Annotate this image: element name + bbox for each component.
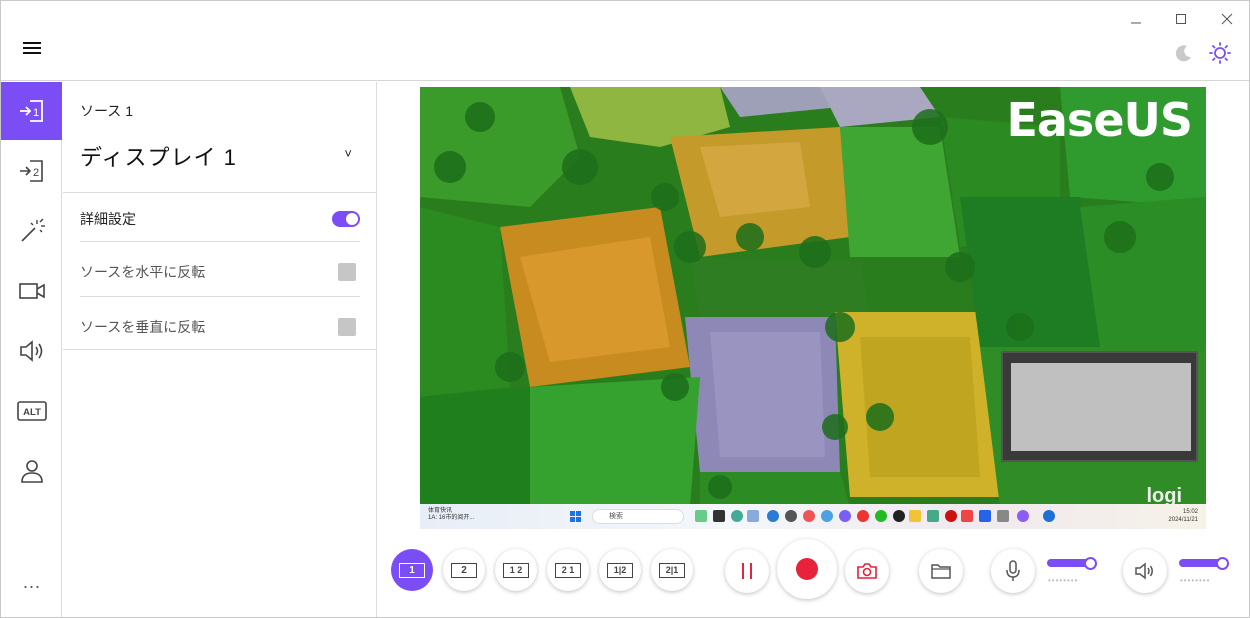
minimize-icon [1131,22,1141,24]
rail-alt[interactable]: ALT [1,382,62,440]
rail-audio[interactable] [1,322,62,380]
taskbar-time: 15:02 [1182,509,1198,515]
rail-source-2[interactable]: 2 [1,142,62,200]
minimize-button[interactable] [1121,9,1151,29]
more-menu-button[interactable]: ··· [1,557,62,615]
divider [63,192,377,193]
layout-2-icon: 2 [451,562,477,578]
advanced-settings-label: 詳細設定 [80,211,136,227]
microphone-level-meter: •••••••• [1048,576,1079,585]
microphone-volume-slider[interactable] [1047,557,1097,570]
browser-icon [1043,510,1055,522]
app-window: 1 2 ALT ··· ソース 1 ディスプレイ 1 ˅ 詳細設定 ソースを水平… [0,0,1250,618]
record-icon [796,558,818,580]
source-dropdown[interactable]: ディスプレイ 1 ˅ [80,140,360,170]
divider [80,296,360,297]
webcam-placeholder [1011,363,1191,451]
camera-icon [857,563,877,579]
chevron-down-icon: ˅ [344,146,352,161]
pause-button[interactable] [725,549,769,593]
svg-text:1: 1 [33,107,39,119]
microphone-button[interactable] [991,549,1035,593]
news-title: 体育快讯 [428,508,453,514]
layout-single-1-button[interactable]: 1 [391,549,433,591]
source-dropdown-value: ディスプレイ 1 [80,145,237,170]
layout-split-1-2-icon: 1|2 [607,562,633,578]
taskbar-date: 2024/11/21 [1168,517,1198,523]
flip-vertical-row: ソースを垂直に反転 [80,312,360,342]
speaker-button[interactable] [1123,549,1167,593]
record-button[interactable] [777,539,837,599]
speaker-icon [1135,562,1153,580]
microphone-icon [1006,560,1020,581]
camera-icon [18,283,45,299]
flip-horizontal-label: ソースを水平に反転 [80,264,206,280]
layout-pip-1-2-icon: 1 2 [503,562,529,578]
flip-horizontal-checkbox[interactable] [338,263,356,281]
divider [80,241,360,242]
rail-account[interactable] [1,442,62,500]
flip-horizontal-row: ソースを水平に反転 [80,257,360,287]
sun-icon[interactable] [1209,42,1231,64]
screenshot-button[interactable] [845,549,889,593]
moon-icon[interactable] [1174,43,1194,63]
source-label: ソース 1 [80,103,133,119]
svg-text:2: 2 [33,167,39,179]
rail-effects[interactable] [1,202,62,260]
layout-pip-2-1-button[interactable]: 2 1 [547,549,589,591]
layout-split-1-2-button[interactable]: 1|2 [599,549,641,591]
rail-camera[interactable] [1,262,62,320]
layout-split-2-1-icon: 2|1 [659,562,685,578]
svg-text:ALT: ALT [23,407,41,418]
pause-icon [742,563,752,579]
speaker-icon [19,340,42,362]
left-nav-rail: 1 2 ALT ··· [1,82,62,617]
magic-wand-icon [20,218,45,242]
input-1-icon: 1 [19,100,43,122]
taskbar-clock: 15:02 2024/11/21 [1168,508,1198,524]
open-folder-button[interactable] [919,549,963,593]
more-icon: ··· [22,575,41,596]
input-2-icon: 2 [19,160,43,182]
title-bar [1,1,1249,81]
layout-pip-2-1-icon: 2 1 [555,562,581,578]
layout-pip-1-2-button[interactable]: 1 2 [495,549,537,591]
preview-landscape-image [420,87,1206,529]
news-subtitle: 1A: 16市的阅开... [428,515,475,521]
taskbar-app-icons [695,510,1029,522]
speaker-volume-slider[interactable] [1179,557,1229,570]
maximize-button[interactable] [1166,9,1196,29]
taskbar-search: 検索 [592,509,684,524]
alt-icon: ALT [16,401,47,421]
layout-1-icon: 1 [399,562,425,578]
close-icon [1221,13,1233,25]
screen-preview: EaseUS logi 体育快讯 1A: 16市的阅开... 検索 15:02 … [420,87,1206,529]
flip-vertical-checkbox[interactable] [338,318,356,336]
preview-taskbar: 体育快讯 1A: 16市的阅开... 検索 15:02 2024/11/21 [420,504,1206,529]
advanced-settings-toggle[interactable] [332,211,360,227]
layout-single-2-button[interactable]: 2 [443,549,485,591]
folder-icon [931,564,951,579]
flip-vertical-label: ソースを垂直に反転 [80,319,206,335]
close-button[interactable] [1212,9,1242,29]
source-settings-panel: ソース 1 ディスプレイ 1 ˅ 詳細設定 ソースを水平に反転 ソースを垂直に反… [63,82,377,617]
hamburger-menu-button[interactable] [21,39,43,61]
maximize-icon [1176,14,1186,24]
divider [63,349,377,350]
webcam-overlay [1001,351,1198,462]
easeus-logo: EaseUS [1006,93,1193,147]
rail-source-1[interactable]: 1 [1,82,62,140]
taskbar-news-widget: 体育快讯 1A: 16市的阅开... [428,508,474,522]
windows-start-icon [570,511,581,522]
advanced-settings-row: 詳細設定 [80,204,360,234]
speaker-level-meter: •••••••• [1180,576,1211,585]
layout-split-2-1-button[interactable]: 2|1 [651,549,693,591]
user-icon [20,460,43,483]
